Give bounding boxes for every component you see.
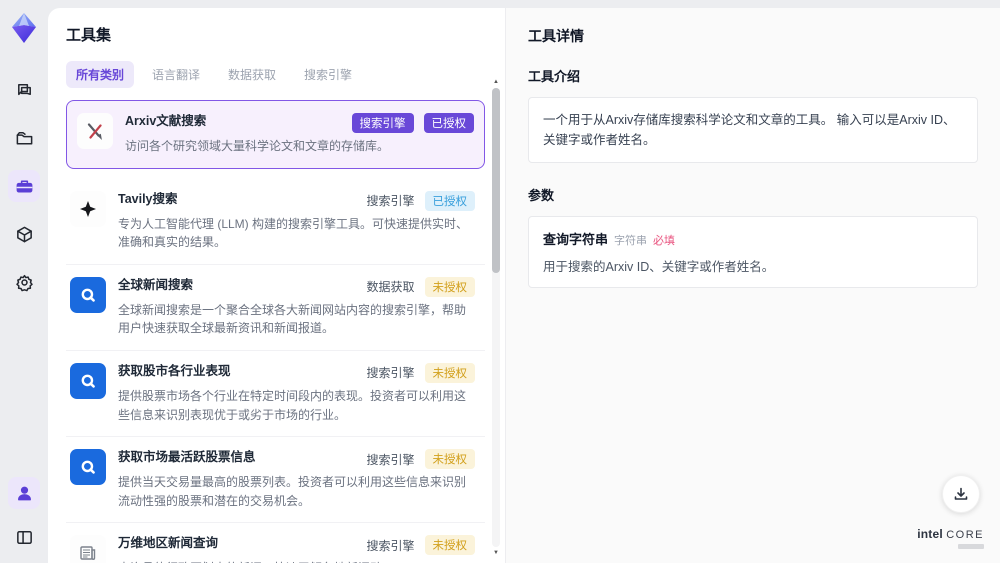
qblue-icon	[70, 449, 106, 486]
tool-list: Arxiv文献搜索 搜索引擎 已授权 访问各个研究领域大量科学论文和文章的存储库…	[66, 100, 485, 563]
param-header: 查询字符串 字符串 必填	[543, 229, 963, 248]
tool-description: 提供当天交易量最高的股票列表。投资者可以利用这些信息来识别流动性强的股票和潜在的…	[118, 475, 467, 508]
intro-text-box: 一个用于从Arxiv存储库搜索科学论文和文章的工具。 输入可以是Arxiv ID…	[528, 97, 978, 163]
download-icon	[954, 487, 968, 500]
sidebar-item-files[interactable]	[8, 122, 40, 154]
brand-intel-text: intel	[917, 527, 943, 541]
list-scrollbar[interactable]: ▲ ▼	[491, 78, 501, 557]
tool-auth-status-badge: 未授权	[424, 449, 475, 470]
cube-icon	[16, 226, 32, 242]
scrollbar-thumb[interactable]	[492, 88, 500, 273]
tool-category-label: 搜索引擎	[366, 538, 415, 553]
tool-description: 全球新闻搜索是一个聚合全球各大新闻网站内容的搜索引擎，帮助用户快速获取全球最新资…	[118, 302, 467, 336]
tool-category-label: 搜索引擎	[366, 452, 415, 467]
tool-list-item-1[interactable]: Tavily搜索 搜索引擎 已授权 专为人工智能代理 (LLM) 构建的搜索引擎…	[66, 178, 485, 265]
params-heading: 参数	[528, 188, 555, 203]
tool-title: 获取市场最活跃股票信息	[118, 450, 256, 465]
qblue-icon	[70, 362, 106, 399]
brand-sub-mark	[958, 544, 984, 549]
tool-category-label: 数据获取	[366, 280, 415, 295]
tab-category-0[interactable]: 所有类别	[66, 61, 135, 88]
param-required-badge: 必填	[653, 235, 676, 247]
app-sidebar	[0, 0, 48, 563]
toolbox-icon	[16, 180, 32, 192]
tool-title: 万维地区新闻查询	[118, 536, 219, 551]
intro-heading: 工具介绍	[528, 69, 581, 84]
param-type: 字符串	[614, 235, 648, 247]
main-surface: 工具集 所有类别 语言翻译 数据获取 搜索引擎 Arxiv文献搜索 搜索引擎 已授权 …	[48, 8, 1000, 563]
tool-title: 全球新闻搜索	[118, 277, 194, 292]
param-card: 查询字符串 字符串 必填 用于搜索的Arxiv ID、关键字或作者姓名。	[528, 216, 978, 288]
tool-auth-status-badge: 已授权	[424, 190, 475, 211]
intel-core-logo: intel CORE	[917, 528, 984, 549]
tool-category-label: 搜索引擎	[366, 366, 415, 381]
tool-list-item-3[interactable]: 获取股市各行业表现 搜索引擎 未授权 提供股票市场各个行业在特定时间段内的表现。…	[66, 350, 485, 438]
tab-category-2[interactable]: 数据获取	[218, 61, 286, 88]
tool-auth-status-badge: 已授权	[423, 113, 474, 133]
tool-description: 查询具体行政区划内的新闻，快速了解各地新闻动	[118, 559, 475, 563]
tool-title: Arxiv文献搜索	[125, 114, 207, 128]
sidebar-item-toolbox[interactable]	[8, 170, 40, 202]
panel-layout-icon	[16, 530, 32, 544]
category-tabs: 所有类别 语言翻译 数据获取 搜索引擎	[66, 61, 485, 88]
tool-category-label: 搜索引擎	[366, 194, 415, 209]
scrollbar-track[interactable]	[492, 88, 500, 547]
tavily-icon	[70, 190, 106, 227]
user-icon	[17, 486, 31, 500]
param-name: 查询字符串	[543, 232, 609, 247]
tool-list-item-2[interactable]: 全球新闻搜索 数据获取 未授权 全球新闻搜索是一个聚合全球各大新闻网站内容的搜索…	[66, 264, 485, 351]
tool-auth-status-badge: 未授权	[424, 362, 475, 383]
sidebar-item-collapse-panel[interactable]	[8, 521, 40, 553]
newspaper-icon	[70, 535, 106, 563]
tool-title: 获取股市各行业表现	[118, 363, 231, 378]
tool-description: 访问各个研究领域大量科学论文和文章的存储库。	[125, 139, 390, 153]
gear-icon	[15, 274, 33, 291]
arxiv-icon	[77, 113, 113, 149]
tool-list-item-4[interactable]: 获取市场最活跃股票信息 搜索引擎 未授权 提供当天交易量最高的股票列表。投资者可…	[66, 437, 485, 524]
folder-icon	[16, 131, 32, 144]
tool-list-panel: 工具集 所有类别 语言翻译 数据获取 搜索引擎 Arxiv文献搜索 搜索引擎 已授权 …	[48, 8, 505, 563]
tool-category-label: 搜索引擎	[351, 113, 414, 133]
tool-description: 提供股票市场各个行业在特定时间段内的表现。投资者可以利用这些信息来识别表现优于或…	[118, 388, 467, 422]
chat-icon	[17, 83, 31, 95]
tool-auth-status-badge: 未授权	[424, 535, 475, 556]
tool-title: Tavily搜索	[118, 191, 178, 206]
download-button[interactable]	[942, 475, 980, 513]
scroll-down-icon[interactable]: ▼	[491, 549, 501, 557]
param-description: 用于搜索的Arxiv ID、关键字或作者姓名。	[543, 260, 775, 274]
tool-list-item-0[interactable]: Arxiv文献搜索 搜索引擎 已授权 访问各个研究领域大量科学论文和文章的存储库…	[66, 100, 485, 169]
scroll-up-icon[interactable]: ▲	[491, 78, 501, 86]
page-title: 工具集	[66, 27, 112, 44]
sidebar-item-chat[interactable]	[8, 74, 40, 106]
sidebar-item-settings[interactable]	[8, 266, 40, 298]
qblue-icon	[70, 276, 106, 313]
app-logo-icon	[12, 13, 36, 43]
brand-core-text: CORE	[946, 529, 984, 541]
tab-category-1[interactable]: 语言翻译	[142, 61, 210, 88]
tool-description: 专为人工智能代理 (LLM) 构建的搜索引擎工具。可快速提供实时、准确和真实的结…	[118, 216, 469, 250]
tab-category-3[interactable]: 搜索引擎	[294, 61, 362, 88]
detail-title: 工具详情	[528, 28, 584, 44]
tool-detail-panel: 工具详情 工具介绍 一个用于从Arxiv存储库搜索科学论文和文章的工具。 输入可…	[505, 8, 1000, 563]
tool-auth-status-badge: 未授权	[424, 276, 475, 297]
tool-list-item-5[interactable]: 万维地区新闻查询 搜索引擎 未授权 查询具体行政区划内的新闻，快速了解各地新闻动	[66, 523, 485, 563]
sidebar-item-account[interactable]	[8, 477, 40, 509]
sidebar-item-models[interactable]	[8, 218, 40, 250]
